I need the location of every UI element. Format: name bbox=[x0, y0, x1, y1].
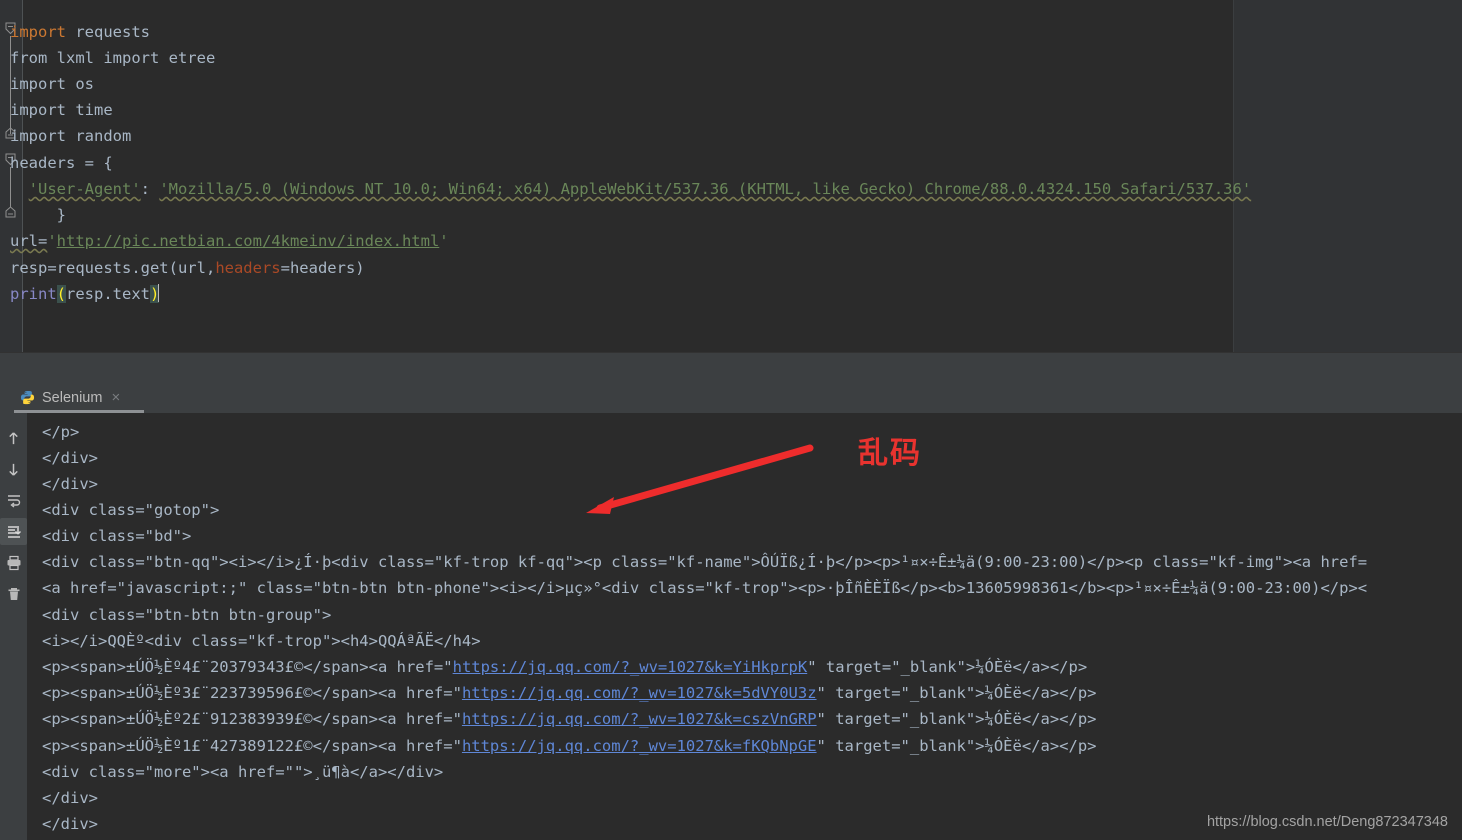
console-output[interactable]: </p> </div> </div> <div class="gotop"> <… bbox=[27, 413, 1462, 840]
code-line-6[interactable]: headers = { bbox=[10, 150, 113, 176]
console-line-4: <div class="gotop"> bbox=[42, 501, 220, 519]
console-hyperlink[interactable]: https://jq.qq.com/?_wv=1027&k=5dVY0U3z bbox=[462, 684, 817, 702]
scroll-to-end-button[interactable] bbox=[0, 518, 27, 545]
console-line-1: </p> bbox=[42, 423, 80, 441]
console-hyperlink[interactable]: https://jq.qq.com/?_wv=1027&k=fKQbNpGE bbox=[462, 737, 817, 755]
divider-top-line bbox=[0, 352, 1462, 353]
text-caret bbox=[158, 284, 160, 302]
scroll-up-button[interactable] bbox=[0, 425, 27, 452]
editor-toolwindow-divider[interactable] bbox=[0, 352, 1462, 382]
console-line-11[interactable]: <p><span>±ÚÖ½Èº3£¨223739596£©</span><a h… bbox=[42, 680, 1097, 706]
console-line-16: </div> bbox=[42, 815, 98, 833]
console-hyperlink[interactable]: https://jq.qq.com/?_wv=1027&k=cszVnGRP bbox=[462, 710, 817, 728]
console-line-15: </div> bbox=[42, 789, 98, 807]
console-line-12[interactable]: <p><span>±ÚÖ½Èº2£¨912383939£©</span><a h… bbox=[42, 706, 1097, 732]
code-line-5[interactable]: import random bbox=[10, 123, 131, 149]
soft-wrap-icon-button[interactable] bbox=[0, 487, 27, 514]
console-line-14: <div class="more"><a href="">¸ü¶à</a></d… bbox=[42, 763, 444, 781]
tool-window-tabbar: Selenium × bbox=[0, 382, 1462, 413]
scroll-down-button[interactable] bbox=[0, 456, 27, 483]
code-editor-pane[interactable]: import requests from lxml import etree i… bbox=[0, 0, 1462, 352]
run-tool-window: Selenium × </p> </div> </div> <div class… bbox=[0, 382, 1462, 840]
close-icon[interactable]: × bbox=[109, 390, 122, 405]
tab-label: Selenium bbox=[42, 389, 103, 406]
clear-all-trash-button[interactable] bbox=[0, 580, 27, 607]
console-line-2: </div> bbox=[42, 449, 98, 467]
code-line-1[interactable]: import requests bbox=[10, 19, 150, 45]
python-icon bbox=[20, 390, 35, 405]
console-line-7: <a href="javascript:;" class="btn-btn bt… bbox=[42, 579, 1368, 597]
console-line-9: <i></i>QQÈº<div class="kf-trop"><h4>QQÁª… bbox=[42, 632, 481, 650]
console-line-3: </div> bbox=[42, 475, 98, 493]
console-line-13[interactable]: <p><span>±ÚÖ½Èº1£¨427389122£©</span><a h… bbox=[42, 733, 1097, 759]
print-button[interactable] bbox=[0, 549, 27, 576]
editor-right-strip bbox=[1234, 0, 1462, 352]
console-line-6: <div class="btn-qq"><i></i>¿Í·þ<div clas… bbox=[42, 553, 1368, 571]
code-line-4[interactable]: import time bbox=[10, 97, 113, 123]
code-line-2[interactable]: from lxml import etree bbox=[10, 45, 215, 71]
console-hyperlink[interactable]: https://jq.qq.com/?_wv=1027&k=YiHkprpK bbox=[453, 658, 808, 676]
code-line-7[interactable]: 'User-Agent': 'Mozilla/5.0 (Windows NT 1… bbox=[10, 176, 1251, 202]
tab-selenium[interactable]: Selenium × bbox=[16, 385, 126, 410]
console-line-5: <div class="bd"> bbox=[42, 527, 192, 545]
code-line-10[interactable]: resp=requests.get(url,headers=headers) bbox=[10, 255, 365, 281]
console-line-10[interactable]: <p><span>±ÚÖ½Èº4£¨20379343£©</span><a hr… bbox=[42, 654, 1087, 680]
code-line-8[interactable]: } bbox=[10, 202, 66, 228]
code-line-3[interactable]: import os bbox=[10, 71, 94, 97]
code-line-9[interactable]: url='http://pic.netbian.com/4kmeinv/inde… bbox=[10, 228, 449, 254]
console-line-8: <div class="btn-btn btn-group"> bbox=[42, 606, 332, 624]
console-toolbar bbox=[0, 413, 27, 840]
code-line-11[interactable]: print(resp.text) bbox=[10, 281, 160, 307]
